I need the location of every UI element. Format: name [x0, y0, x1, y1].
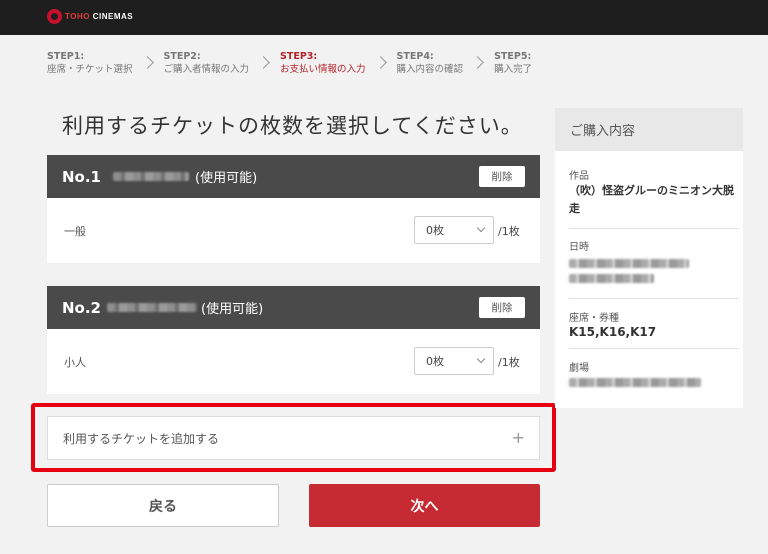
ticket-card-header: No.2 (使用可能) 削除 [47, 286, 540, 329]
purchase-summary: ご購入内容 作品 （吹）怪盗グルーのミニオン大脱走 日時 座席・券種 K15,K… [555, 108, 743, 408]
ticket-number: No.2 [62, 298, 101, 317]
step-5: STEP5: 購入完了 [494, 51, 533, 75]
ticket-card-body: 小人 0枚 /1枚 [47, 329, 540, 394]
quantity-select[interactable]: 0枚 [414, 347, 494, 375]
theater-label: 劇場 [569, 363, 589, 374]
next-button[interactable]: 次へ [309, 484, 540, 527]
delete-ticket-button[interactable]: 削除 [479, 166, 525, 187]
chevron-down-icon [476, 354, 486, 364]
delete-ticket-button[interactable]: 削除 [479, 297, 525, 318]
ticket-card-header: No.1 (使用可能) 削除 [47, 155, 540, 198]
seat-label: 座席・券種 [569, 313, 619, 324]
highlight-annotation [31, 403, 556, 472]
work-label: 作品 [569, 171, 589, 182]
divider [569, 228, 739, 229]
step-progress: STEP1: 座席・チケット選択 STEP2: ご購入者情報の入力 STEP3:… [47, 50, 532, 78]
back-button[interactable]: 戻る [47, 484, 279, 527]
step-4: STEP4: 購入内容の確認 [396, 51, 464, 75]
logo-mark-icon [47, 9, 62, 24]
step-arrow-icon [257, 56, 270, 69]
divider [569, 348, 739, 349]
toho-cinemas-logo[interactable]: TOHO CINEMAS [47, 9, 133, 24]
quantity-max: /1枚 [498, 225, 520, 238]
ticket-type-label: 小人 [64, 356, 86, 369]
ticket-card-2: No.2 (使用可能) 削除 小人 0枚 /1枚 [47, 286, 540, 394]
step-arrow-icon [373, 56, 387, 69]
step-1: STEP1: 座席・チケット選択 [47, 51, 133, 75]
quantity-value: 0枚 [426, 355, 444, 368]
redacted-time [569, 274, 654, 283]
redacted-ticket-id [107, 303, 197, 312]
redacted-ticket-id [113, 172, 189, 181]
date-label: 日時 [569, 242, 589, 253]
ticket-type-label: 一般 [64, 225, 86, 238]
top-bar: TOHO CINEMAS [0, 0, 768, 35]
step-2: STEP2: ご購入者情報の入力 [163, 51, 250, 75]
divider [569, 298, 739, 299]
logo-main: TOHO [65, 12, 90, 21]
step-arrow-icon [140, 56, 154, 69]
seat-value: K15,K16,K17 [569, 325, 657, 339]
chevron-down-icon [476, 223, 486, 233]
ticket-card-body: 一般 0枚 /1枚 [47, 198, 540, 263]
redacted-theater [569, 378, 701, 387]
ticket-card-1: No.1 (使用可能) 削除 一般 0枚 /1枚 [47, 155, 540, 263]
logo-sub: CINEMAS [92, 12, 134, 21]
work-value: （吹）怪盗グルーのミニオン大脱走 [569, 184, 734, 215]
step-arrow-icon [471, 56, 484, 69]
quantity-max: /1枚 [498, 356, 520, 369]
ticket-status: (使用可能) [201, 302, 264, 317]
ticket-status: (使用可能) [195, 171, 258, 186]
summary-title: ご購入内容 [555, 108, 743, 151]
quantity-value: 0枚 [426, 224, 444, 237]
quantity-select[interactable]: 0枚 [414, 216, 494, 244]
step-3-current: STEP3: お支払い情報の入力 [280, 51, 366, 75]
redacted-date [569, 259, 689, 268]
page-title: 利用するチケットの枚数を選択してください。 [62, 114, 523, 138]
ticket-number: No.1 [62, 167, 101, 186]
